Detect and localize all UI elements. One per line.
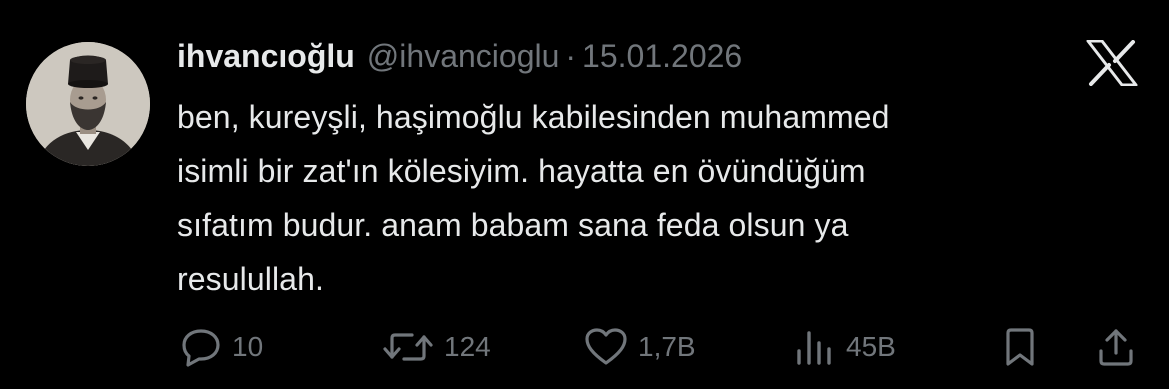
views-count: 45B (846, 331, 896, 362)
repost-icon (382, 327, 434, 367)
share-icon (1096, 327, 1136, 367)
views-button[interactable]: 45B (794, 322, 896, 372)
tweet-text-line: resulullah. (177, 261, 324, 297)
repost-count: 124 (444, 331, 491, 362)
bookmark-button[interactable] (1000, 322, 1040, 372)
like-button[interactable]: 1,7B (584, 322, 696, 372)
reply-button[interactable]: 10 (180, 322, 263, 372)
separator-dot: · (565, 38, 577, 74)
tweet-card[interactable]: ihvancıoğlu @ihvancioglu · 15.01.2026 be… (0, 0, 1169, 389)
action-bar: 10 124 1,7B 45B (0, 322, 1169, 372)
tweet-text-line: isimli bir zat'ın kölesiyim. hayatta en … (177, 153, 866, 189)
bookmark-icon (1000, 327, 1040, 367)
views-icon (794, 327, 836, 367)
tweet-header: ihvancıoğlu @ihvancioglu · 15.01.2026 (177, 38, 742, 78)
share-button[interactable] (1096, 322, 1136, 372)
repost-button[interactable]: 124 (382, 322, 491, 372)
display-name[interactable]: ihvancıoğlu (177, 38, 355, 75)
x-logo-icon (1086, 39, 1138, 87)
tweet-text-line: sıfatım budur. anam babam sana feda olsu… (177, 207, 849, 243)
reply-icon (180, 327, 222, 367)
avatar[interactable] (26, 42, 150, 166)
reply-count: 10 (232, 331, 264, 362)
like-count: 1,7B (638, 331, 696, 362)
tweet-text: ben, kureyşli, haşimoğlu kabilesinden mu… (177, 90, 1147, 306)
heart-icon (584, 327, 628, 367)
tweet-text-line: ben, kureyşli, haşimoğlu kabilesinden mu… (177, 99, 890, 135)
tweet-date[interactable]: 15.01.2026 (582, 38, 742, 75)
user-handle[interactable]: @ihvancioglu (367, 38, 560, 75)
